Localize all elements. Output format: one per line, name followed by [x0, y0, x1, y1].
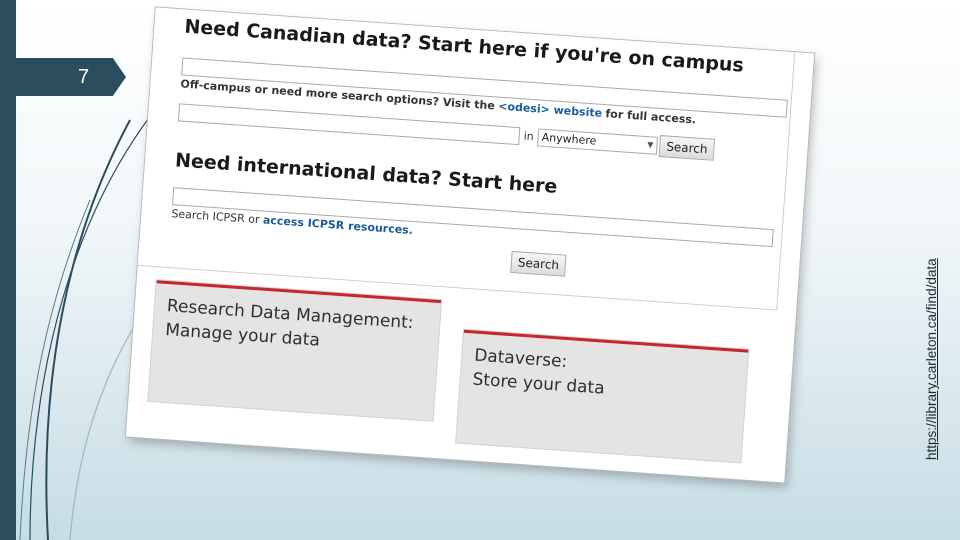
research-data-management-card[interactable]: Research Data Management: Manage your da…: [148, 280, 442, 421]
icpsr-search-button[interactable]: Search: [510, 250, 567, 277]
library-data-link[interactable]: https://library.carleton.ca/find/data: [920, 40, 944, 460]
slide-number-tab: [16, 58, 126, 96]
in-label: in: [523, 129, 535, 144]
library-page-screenshot: Need Canadian data? Start here if you're…: [125, 7, 815, 483]
scope-select[interactable]: Anywhere ▼: [537, 128, 659, 155]
search-panel: Need Canadian data? Start here if you're…: [137, 7, 796, 311]
dataverse-card[interactable]: Dataverse: Store your data: [456, 329, 749, 463]
dataverse-card-title: Dataverse: Store your data: [472, 344, 607, 401]
scope-select-value: Anywhere: [541, 130, 597, 148]
rdm-card-title: Research Data Management: Manage your da…: [164, 294, 415, 359]
odesi-search-button[interactable]: Search: [658, 134, 716, 161]
slide-number: 7: [78, 66, 90, 88]
chevron-down-icon: ▼: [646, 140, 654, 150]
